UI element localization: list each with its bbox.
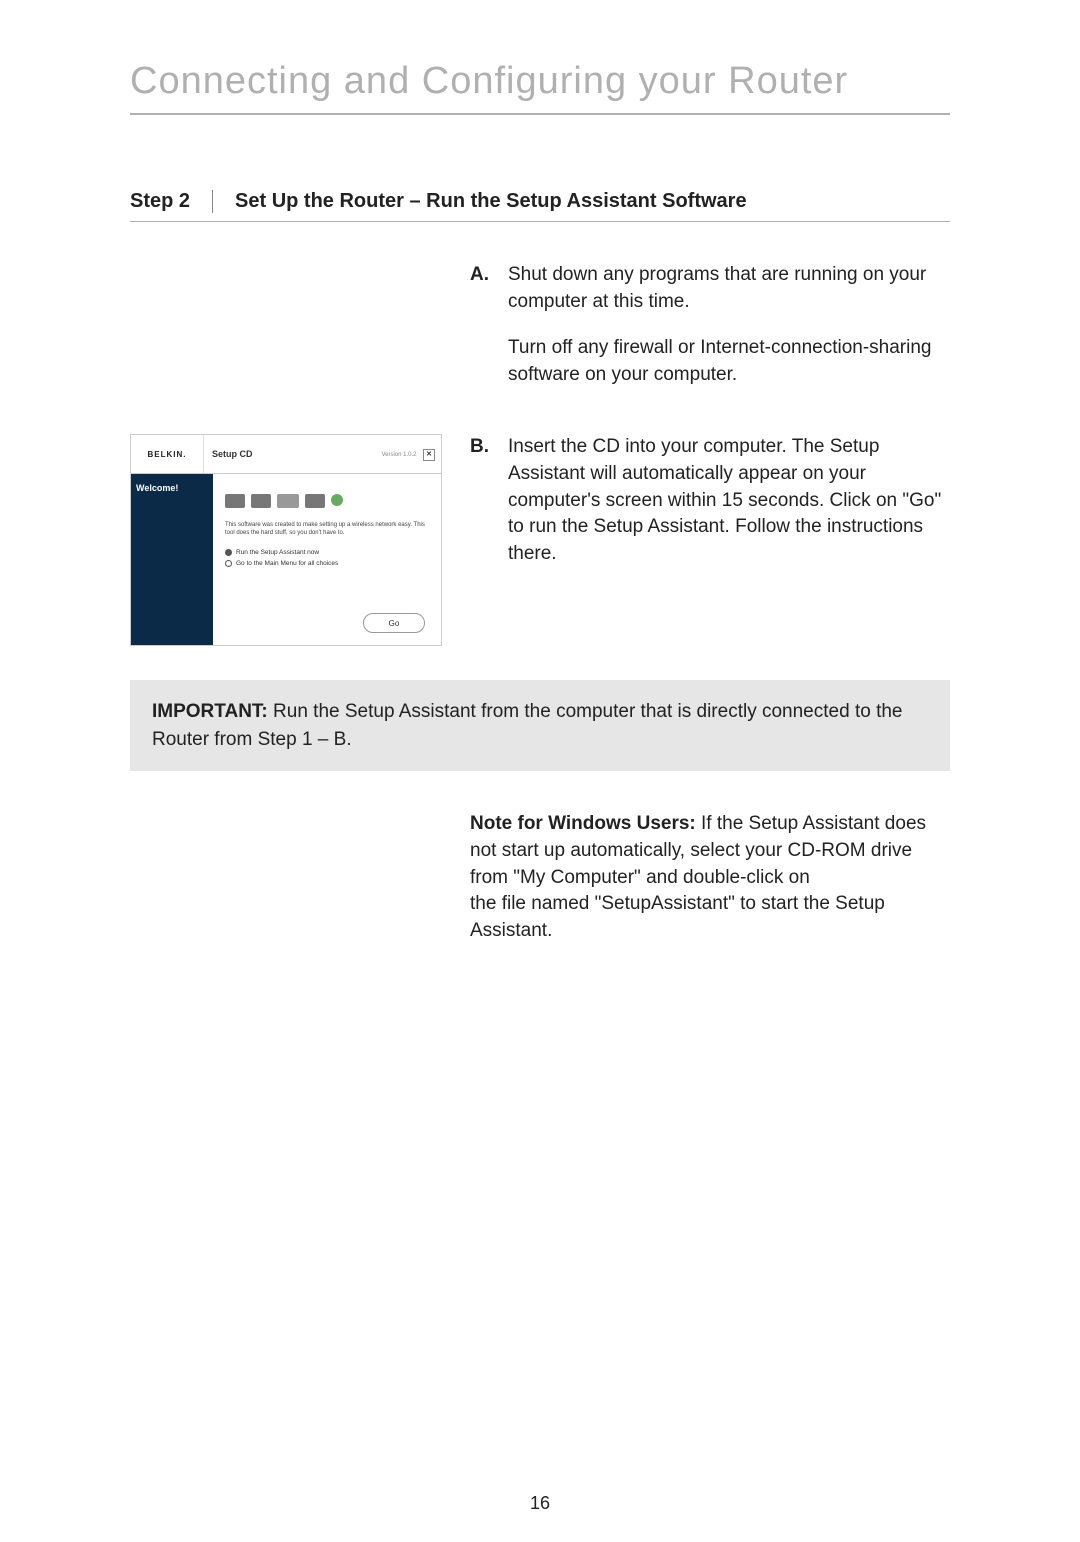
step-header: Step 2 Set Up the Router – Run the Setup… [130,190,950,222]
instruction-a-p1: Shut down any programs that are running … [508,262,950,315]
instruction-b: BELKIN. Setup CD Version 1.0.2 ✕ Welcome… [470,434,950,654]
instruction-a-text: Shut down any programs that are running … [508,262,950,408]
mini-brand: BELKIN. [131,435,204,473]
note-text2: the file named "SetupAssistant" to start… [470,893,885,941]
device-icons [225,494,429,508]
mini-description: This software was created to make settin… [225,522,429,538]
instruction-b-p1: Insert the CD into your computer. The Se… [508,434,950,567]
instruction-b-letter: B. [470,434,508,654]
mini-radio-2: Go to the Main Menu for all choices [225,559,429,568]
laptop-icon [251,494,271,508]
step-label: Step 2 [130,190,213,213]
mini-sidebar: Welcome! [131,474,213,645]
mini-radio-1: Run the Setup Assistant now [225,548,429,557]
modem-icon [305,494,325,508]
important-label: IMPORTANT: [152,701,268,722]
note-label: Note for Windows Users: [470,813,696,834]
router-icon [277,494,299,508]
instruction-b-text: Insert the CD into your computer. The Se… [508,434,950,654]
instruction-a-letter: A. [470,262,508,408]
important-box: IMPORTANT: Run the Setup Assistant from … [130,680,950,771]
windows-note: Note for Windows Users: If the Setup Ass… [470,811,950,944]
monitor-icon [225,494,245,508]
globe-icon [331,494,343,506]
page-number: 16 [0,1493,1080,1514]
instruction-a-p2: Turn off any firewall or Internet-connec… [508,335,950,388]
page-title: Connecting and Configuring your Router [130,60,950,115]
setup-cd-screenshot: BELKIN. Setup CD Version 1.0.2 ✕ Welcome… [130,434,442,646]
mini-version: Version 1.0.2 [381,452,416,458]
step-title: Set Up the Router – Run the Setup Assist… [213,190,747,213]
mini-title-text: Setup CD [212,448,253,461]
go-button: Go [363,613,425,633]
instruction-a: A. Shut down any programs that are runni… [470,262,950,408]
close-icon: ✕ [423,449,435,461]
instructions: A. Shut down any programs that are runni… [470,262,950,654]
